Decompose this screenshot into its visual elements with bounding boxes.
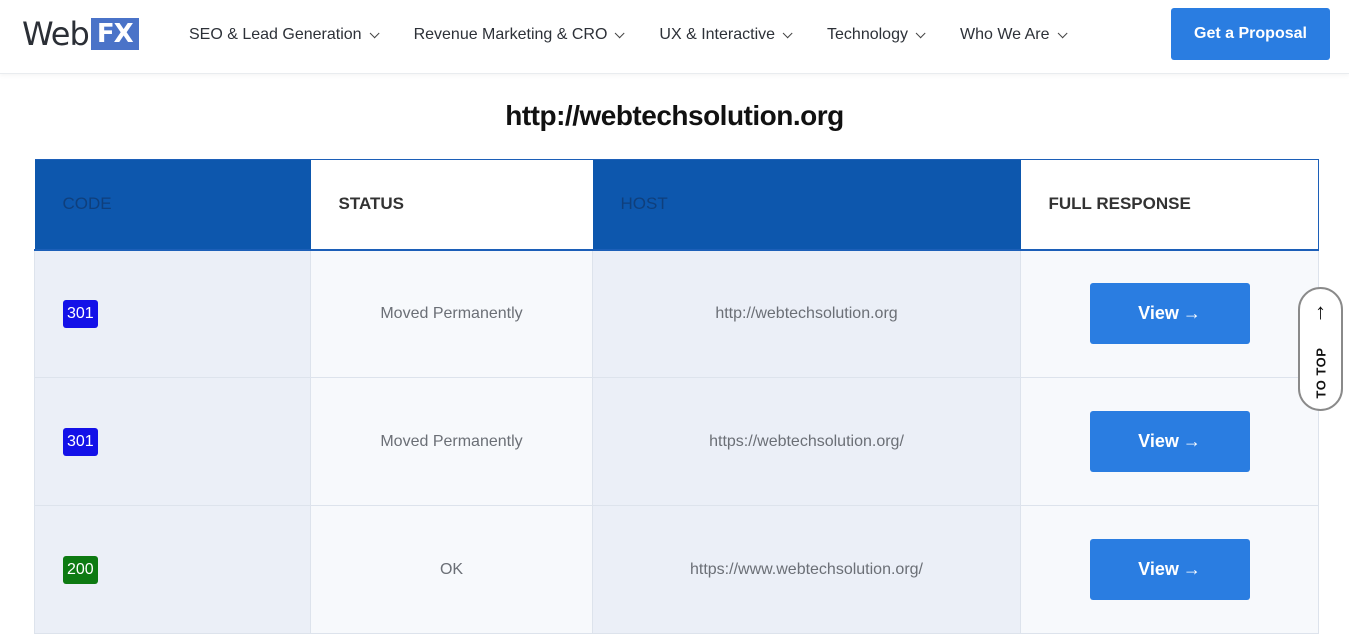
arrow-right-icon: → xyxy=(1182,303,1201,324)
logo-text-fx: FX xyxy=(90,18,139,50)
nav-item-label: UX & Interactive xyxy=(659,26,776,43)
nav-item-ux-interactive[interactable]: UX & Interactive xyxy=(659,26,793,44)
table-header-row: CODE STATUS HOST FULL RESPONSE xyxy=(34,159,1319,251)
code-cell: 200 xyxy=(34,505,311,634)
arrow-right-icon: → xyxy=(1182,431,1201,451)
arrow-up-icon: ↑ xyxy=(1315,299,1326,324)
to-top-button[interactable]: ↑ TO TOP xyxy=(1298,287,1343,411)
nav-item-technology[interactable]: Technology xyxy=(827,26,926,44)
host-cell: https://www.webtechsolution.org/ xyxy=(592,505,1021,634)
chevron-down-icon xyxy=(915,27,926,38)
arrow-right-icon: → xyxy=(1182,559,1201,579)
nav-item-who-we-are[interactable]: Who We Are xyxy=(959,26,1068,44)
view-response-button[interactable]: View → xyxy=(1089,283,1250,345)
chevron-down-icon xyxy=(782,27,793,38)
nav-item-label: Technology xyxy=(827,26,908,43)
view-response-button[interactable]: View → xyxy=(1089,539,1250,600)
chevron-down-icon xyxy=(1057,27,1068,38)
webfx-logo[interactable]: Web FX xyxy=(22,17,139,51)
full-response-cell: View → xyxy=(1020,505,1319,634)
get-a-proposal-button[interactable]: Get a Proposal xyxy=(1171,8,1330,60)
status-cell: Moved Permanently xyxy=(310,249,593,378)
table-row: 200 OK https://www.webtechsolution.org/ … xyxy=(34,505,1319,634)
chevron-down-icon xyxy=(615,27,625,38)
table-row: 301 Moved Permanently http://webtechsolu… xyxy=(34,249,1319,378)
nav-item-label: Revenue Marketing & CRO xyxy=(413,26,608,43)
to-top-label: TO TOP xyxy=(1313,347,1329,399)
view-button-label: View xyxy=(1138,431,1179,451)
column-header-status: STATUS xyxy=(310,159,593,251)
column-header-host: HOST xyxy=(592,159,1021,251)
status-code-badge: 301 xyxy=(63,299,98,328)
chevron-down-icon xyxy=(369,27,380,38)
http-response-table: CODE STATUS HOST FULL RESPONSE 301 Moved… xyxy=(34,159,1319,634)
full-response-cell: View → xyxy=(1020,249,1319,378)
status-cell: Moved Permanently xyxy=(310,377,593,506)
full-response-cell: View → xyxy=(1020,377,1319,506)
logo-text-web: Web xyxy=(22,15,90,53)
table-row: 301 Moved Permanently https://webtechsol… xyxy=(34,377,1319,506)
column-header-code: CODE xyxy=(34,159,311,251)
code-cell: 301 xyxy=(34,377,311,506)
host-cell: http://webtechsolution.org xyxy=(592,249,1021,378)
main-nav: SEO & Lead Generation Revenue Marketing … xyxy=(189,0,1102,70)
view-button-label: View xyxy=(1138,303,1179,324)
column-header-full-response: FULL RESPONSE xyxy=(1020,159,1319,251)
nav-item-revenue-marketing-cro[interactable]: Revenue Marketing & CRO xyxy=(413,26,625,44)
status-code-badge: 301 xyxy=(63,427,98,456)
code-cell: 301 xyxy=(34,249,311,378)
page-title: http://webtechsolution.org xyxy=(505,100,844,131)
view-button-label: View xyxy=(1138,559,1179,579)
view-response-button[interactable]: View → xyxy=(1089,411,1250,472)
nav-item-seo-lead-generation[interactable]: SEO & Lead Generation xyxy=(189,26,380,44)
nav-item-label: Who We Are xyxy=(959,26,1050,43)
nav-item-label: SEO & Lead Generation xyxy=(189,26,362,43)
status-code-badge: 200 xyxy=(63,555,98,584)
host-cell: https://webtechsolution.org/ xyxy=(592,377,1021,506)
site-header: Web FX SEO & Lead Generation Revenue Mar… xyxy=(0,0,1349,74)
status-cell: OK xyxy=(310,505,593,634)
